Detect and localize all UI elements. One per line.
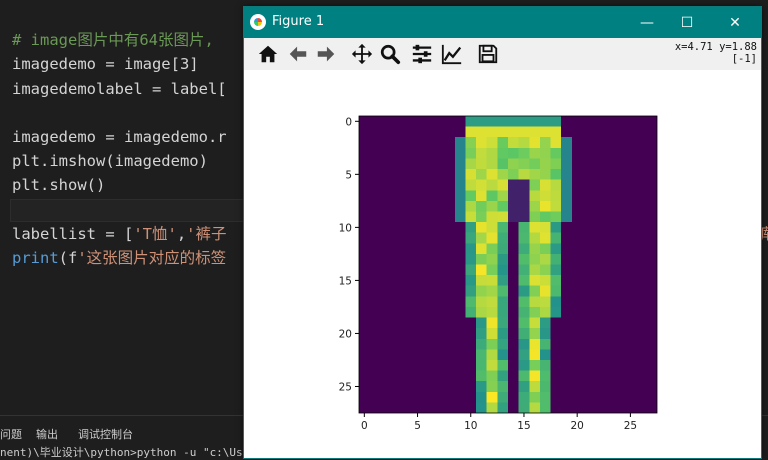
current-line-highlight [10, 199, 252, 222]
window-titlebar[interactable]: Figure 1 — ☐ ✕ [244, 7, 761, 38]
code-line-1: # image图片中有64张图片, [12, 28, 214, 52]
figure-toolbar: x=4.71 y=1.88 [-1] [244, 38, 761, 71]
code-token: (f [58, 249, 78, 267]
code-line-6: plt.imshow(imagedemo) [12, 152, 208, 170]
code-line-2: imagedemo = image[3] [12, 55, 199, 73]
close-button[interactable]: ✕ [712, 7, 758, 38]
home-icon[interactable] [256, 42, 280, 66]
zoom-icon[interactable] [378, 42, 402, 66]
maximize-button[interactable]: ☐ [664, 7, 710, 38]
code-function: print [12, 249, 59, 267]
back-icon[interactable] [286, 42, 310, 66]
forward-icon[interactable] [314, 42, 338, 66]
x-tick-label: 10 [464, 420, 477, 432]
y-tick-label: 10 [339, 222, 352, 234]
tab-debug-console[interactable]: 调试控制台 [78, 426, 133, 442]
y-tick-label: 5 [345, 169, 352, 181]
edit-axes-icon[interactable] [440, 42, 464, 66]
y-tick-label: 20 [339, 328, 352, 340]
x-tick-label: 15 [517, 420, 530, 432]
configure-subplots-icon[interactable] [410, 42, 434, 66]
code-line-7: plt.show() [12, 176, 106, 194]
x-tick-label: 5 [414, 420, 421, 432]
tab-output[interactable]: 输出 [36, 426, 58, 442]
y-tick-label: 25 [339, 381, 352, 393]
code-line-5: imagedemo = imagedemo.r [12, 128, 227, 146]
window-title: Figure 1 [272, 14, 325, 29]
y-tick-label: 15 [339, 275, 352, 287]
coordinates-xy: x=4.71 y=1.88 [674, 41, 757, 53]
plot-area[interactable]: 0 5 10 15 20 25 0 5 10 15 20 25 [244, 70, 761, 458]
code-line-10: print(f'这张图片对应的标签 [12, 246, 226, 270]
cursor-coordinates-readout: x=4.71 y=1.88 [-1] [675, 41, 757, 65]
x-tick-label: 0 [361, 420, 368, 432]
code-line-3: imagedemolabel = label[ [12, 80, 227, 98]
pan-icon[interactable] [350, 42, 374, 66]
code-line-9: labellist = ['T恤','裤子 [12, 222, 227, 246]
code-comment-prefix: # image [12, 31, 78, 49]
matplotlib-logo-icon [250, 14, 266, 30]
code-string: 'T恤' [133, 225, 177, 243]
x-tick-label: 25 [624, 420, 637, 432]
figure-window: Figure 1 — ☐ ✕ x=4.71 y=1.88 [-1] 0 5 10… [243, 6, 762, 459]
code-string: '这张图片对应的标签 [77, 249, 227, 267]
code-token: , [176, 225, 187, 243]
code-token: labellist = [ [12, 225, 134, 243]
y-tick-label: 0 [345, 116, 352, 128]
coordinates-value: [-1] [731, 53, 757, 65]
save-icon[interactable] [476, 42, 500, 66]
code-comment-text: 图片中有64张图片, [77, 31, 214, 49]
axes-border [358, 115, 658, 414]
axes-frame: 0 5 10 15 20 25 0 5 10 15 20 25 [339, 115, 658, 432]
x-tick-label: 20 [570, 420, 583, 432]
tab-problems[interactable]: 问题 [0, 426, 22, 442]
code-string: '裤子 [186, 225, 227, 243]
